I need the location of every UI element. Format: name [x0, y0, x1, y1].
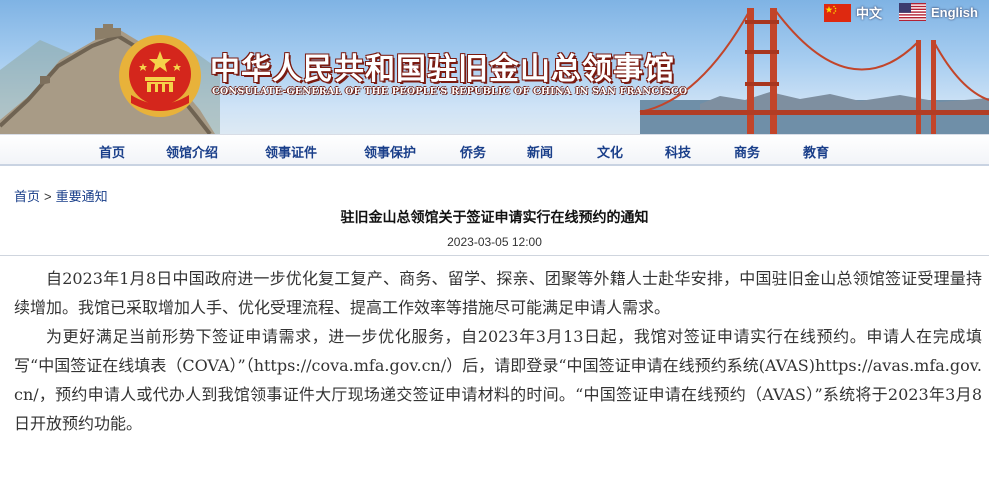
- usa-flag-icon: [899, 3, 926, 21]
- nav-item-overseas[interactable]: 侨务: [460, 142, 486, 161]
- breadcrumb-home[interactable]: 首页: [14, 189, 40, 204]
- header-banner: 中华人民共和国驻旧金山总领事馆 CONSULATE-GENERAL OF THE…: [0, 0, 989, 134]
- language-switch-english[interactable]: English: [899, 3, 978, 21]
- article-date: 2023-03-05 12:00: [447, 235, 542, 249]
- national-emblem-icon: [119, 35, 201, 117]
- nav-item-documents[interactable]: 领事证件: [265, 142, 317, 161]
- nav-item-news[interactable]: 新闻: [527, 142, 553, 161]
- article-title: 驻旧金山总领馆关于签证申请实行在线预约的通知: [340, 209, 649, 225]
- breadcrumb-separator: >: [44, 189, 52, 204]
- nav-item-education[interactable]: 教育: [803, 142, 829, 161]
- nav-item-about[interactable]: 领馆介绍: [166, 142, 218, 161]
- site-title-english: CONSULATE-GENERAL OF THE PEOPLE'S REPUBL…: [212, 86, 688, 97]
- china-flag-icon: [824, 3, 851, 22]
- language-label-english: English: [931, 4, 978, 20]
- main-nav: 首页 领馆介绍 领事证件 领事保护 侨务 新闻 文化 科技 商务 教育: [0, 134, 989, 166]
- nav-item-business[interactable]: 商务: [734, 142, 760, 161]
- article-body: 自2023年1月8日中国政府进一步优化复工复产、商务、留学、探亲、团聚等外籍人士…: [14, 264, 982, 438]
- language-label-chinese: 中文: [856, 6, 883, 21]
- nav-item-home[interactable]: 首页: [99, 142, 125, 161]
- nav-item-culture[interactable]: 文化: [597, 142, 623, 161]
- divider: [0, 255, 989, 256]
- breadcrumb: 首页 > 重要通知: [14, 186, 108, 205]
- site-title-chinese: 中华人民共和国驻旧金山总领事馆: [210, 52, 675, 87]
- breadcrumb-current[interactable]: 重要通知: [56, 189, 108, 204]
- article-paragraph: 自2023年1月8日中国政府进一步优化复工复产、商务、留学、探亲、团聚等外籍人士…: [14, 269, 982, 317]
- nav-item-technology[interactable]: 科技: [665, 142, 691, 161]
- nav-item-protection[interactable]: 领事保护: [364, 142, 416, 161]
- language-switch-chinese[interactable]: 中文: [824, 3, 882, 22]
- article-paragraph: 为更好满足当前形势下签证申请需求，进一步优化服务，自2023年3月13日起，我馆…: [14, 327, 982, 433]
